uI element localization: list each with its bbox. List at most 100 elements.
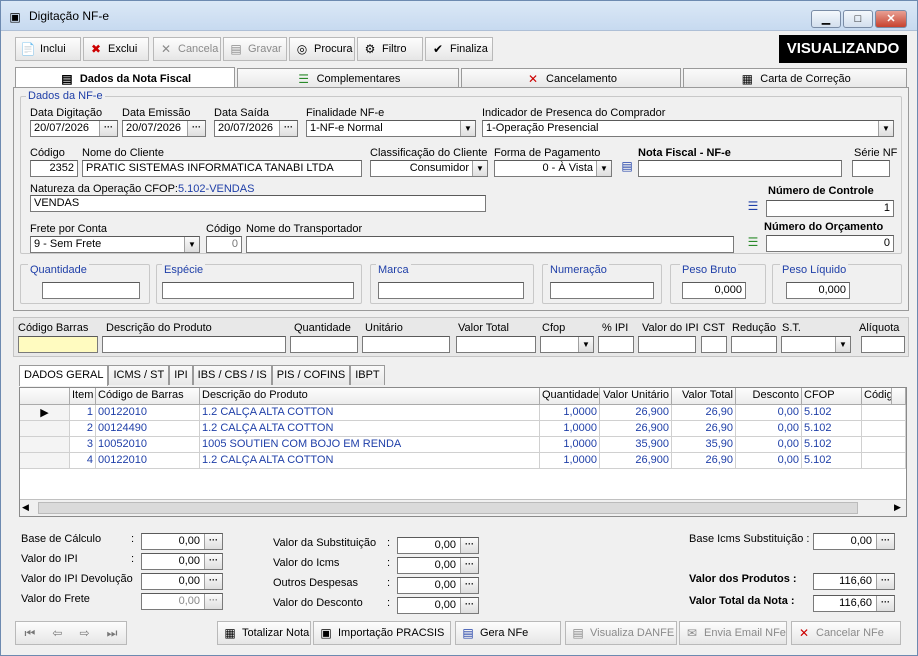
peso-bruto-field[interactable]: 0,000	[682, 282, 746, 299]
chevron-down-icon[interactable]: ▼	[460, 121, 475, 136]
grid-cell[interactable]: 5.102	[802, 421, 862, 437]
grid-header[interactable]: Código de Barras	[96, 388, 200, 405]
grid-cell[interactable]: 1,0000	[540, 405, 600, 421]
ipi-percent-input[interactable]	[598, 336, 634, 353]
ellipsis-icon[interactable]: ···	[876, 534, 894, 549]
codigo-cliente-field[interactable]: 2352	[30, 160, 78, 177]
grid-cell[interactable]: 1,0000	[540, 437, 600, 453]
grid-cell[interactable]: 35,90	[672, 437, 736, 453]
grid-cell[interactable]: 1,0000	[540, 421, 600, 437]
importacao-button[interactable]: ▣ Importação PRACSIS	[313, 621, 451, 645]
ellipsis-icon[interactable]: ···	[460, 578, 478, 593]
ellipsis-icon[interactable]: ···	[187, 121, 205, 136]
grid-cell[interactable]: 1.2 CALÇA ALTA COTTON	[200, 405, 540, 421]
chevron-down-icon[interactable]: ▼	[835, 337, 850, 352]
data-emissao-field[interactable]: 20/07/2026 ···	[122, 120, 206, 137]
descricao-input[interactable]	[102, 336, 286, 353]
grid-cell[interactable]: 0,00	[736, 437, 802, 453]
base-calc-field[interactable]: 0,00 ···	[141, 533, 223, 550]
grid-header[interactable]: Código C	[862, 388, 892, 405]
icms-field[interactable]: 0,00 ···	[397, 557, 479, 574]
grid-cell[interactable]: 00124490	[96, 421, 200, 437]
chevron-down-icon[interactable]: ▼	[878, 121, 893, 136]
ellipsis-icon[interactable]: ···	[460, 558, 478, 573]
grid-header[interactable]: Valor Total	[672, 388, 736, 405]
data-saida-field[interactable]: 20/07/2026 ···	[214, 120, 298, 137]
transp-field[interactable]	[246, 236, 734, 253]
desconto-field[interactable]: 0,00 ···	[397, 597, 479, 614]
grid-cell[interactable]: 00122010	[96, 453, 200, 469]
grid-cell[interactable]: 35,900	[600, 437, 672, 453]
gravar-button[interactable]: ▤ Gravar	[223, 37, 287, 61]
ellipsis-icon[interactable]: ···	[204, 554, 222, 569]
list-icon[interactable]: ☰	[745, 198, 761, 214]
forma-select[interactable]: 0 - À Vista ▼	[494, 160, 612, 177]
list-icon[interactable]: ☰	[745, 234, 761, 250]
tab-cancelamento[interactable]: ✕ Cancelamento	[461, 68, 681, 88]
grid-header[interactable]: Item	[70, 388, 96, 405]
scroll-right-icon[interactable]: ▶	[894, 502, 901, 513]
grid-cell[interactable]: 5.102	[802, 437, 862, 453]
row-indicator[interactable]	[20, 421, 70, 437]
valor-total-input[interactable]	[456, 336, 536, 353]
grid-cell[interactable]: 26,90	[672, 405, 736, 421]
first-record-icon[interactable]: ⏮	[25, 626, 36, 641]
grid-cell[interactable]: 1	[70, 405, 96, 421]
grid-header[interactable]: Descrição do Produto	[200, 388, 540, 405]
serie-field[interactable]	[852, 160, 890, 177]
grid-header[interactable]: Quantidade	[540, 388, 600, 405]
maximize-button[interactable]: □	[843, 10, 873, 28]
chevron-down-icon[interactable]: ▼	[596, 161, 611, 176]
grid-cell-empty[interactable]	[862, 453, 906, 469]
subtab-icms-st[interactable]: ICMS / ST	[108, 365, 170, 385]
grid-cell[interactable]: 1.2 CALÇA ALTA COTTON	[200, 421, 540, 437]
numeracao-field[interactable]	[550, 282, 654, 299]
current-row-indicator[interactable]: ▶	[20, 405, 70, 421]
subtab-ibpt[interactable]: IBPT	[350, 365, 385, 385]
danfe-button[interactable]: ▤ Visualiza DANFE	[565, 621, 677, 645]
next-record-icon[interactable]: ⇨	[80, 626, 90, 640]
minimize-button[interactable]: ▁	[811, 10, 841, 28]
gera-nfe-button[interactable]: ▤ Gera NFe	[455, 621, 561, 645]
subtab-ibs-cbs[interactable]: IBS / CBS / IS	[192, 365, 272, 385]
ellipsis-icon[interactable]: ···	[204, 574, 222, 589]
grid-header[interactable]: CFOP	[802, 388, 862, 405]
grid-cell[interactable]: 00122010	[96, 405, 200, 421]
grid-cell[interactable]: 1.2 CALÇA ALTA COTTON	[200, 453, 540, 469]
aliquota-input[interactable]	[861, 336, 905, 353]
frete-total-field[interactable]: 0,00 ···	[141, 593, 223, 610]
grid-cell[interactable]: 4	[70, 453, 96, 469]
cliente-field[interactable]: PRATIC SISTEMAS INFORMATICA TANABI LTDA	[82, 160, 362, 177]
cancelar-nfe-button[interactable]: ✕ Cancelar NFe	[791, 621, 901, 645]
st-select[interactable]: ▼	[781, 336, 851, 353]
marca-field[interactable]	[378, 282, 524, 299]
controle-field[interactable]: 1	[766, 200, 894, 217]
grid-cell[interactable]: 10052010	[96, 437, 200, 453]
grid-cell[interactable]: 26,90	[672, 421, 736, 437]
codigo-barras-input[interactable]	[18, 336, 98, 353]
peso-liq-field[interactable]: 0,000	[786, 282, 850, 299]
last-record-icon[interactable]: ⏭	[107, 626, 118, 641]
indicador-select[interactable]: 1-Operação Presencial ▼	[482, 120, 894, 137]
cancela-button[interactable]: ✕ Cancela	[153, 37, 221, 61]
total-field[interactable]: 116,60 ···	[813, 595, 895, 612]
ellipsis-icon[interactable]: ···	[876, 574, 894, 589]
grid-cell[interactable]: 3	[70, 437, 96, 453]
close-button[interactable]: ✕	[875, 10, 907, 28]
grid-cell[interactable]: 5.102	[802, 453, 862, 469]
unitario-input[interactable]	[362, 336, 450, 353]
ipi-dev-field[interactable]: 0,00 ···	[141, 573, 223, 590]
data-digitacao-field[interactable]: 20/07/2026 ···	[30, 120, 118, 137]
quantidade-field[interactable]	[42, 282, 140, 299]
email-button[interactable]: ✉ Envia Email NFe	[679, 621, 787, 645]
outras-field[interactable]: 0,00 ···	[397, 577, 479, 594]
chevron-down-icon[interactable]: ▼	[184, 237, 199, 252]
cst-input[interactable]	[701, 336, 727, 353]
quantidade-input[interactable]	[290, 336, 358, 353]
frete-select[interactable]: 9 - Sem Frete ▼	[30, 236, 200, 253]
ellipsis-icon[interactable]: ···	[204, 594, 222, 609]
orcamento-field[interactable]: 0	[766, 235, 894, 252]
document-icon[interactable]: ▤	[619, 158, 635, 174]
ellipsis-icon[interactable]: ···	[876, 596, 894, 611]
grid-cell[interactable]: 26,900	[600, 421, 672, 437]
